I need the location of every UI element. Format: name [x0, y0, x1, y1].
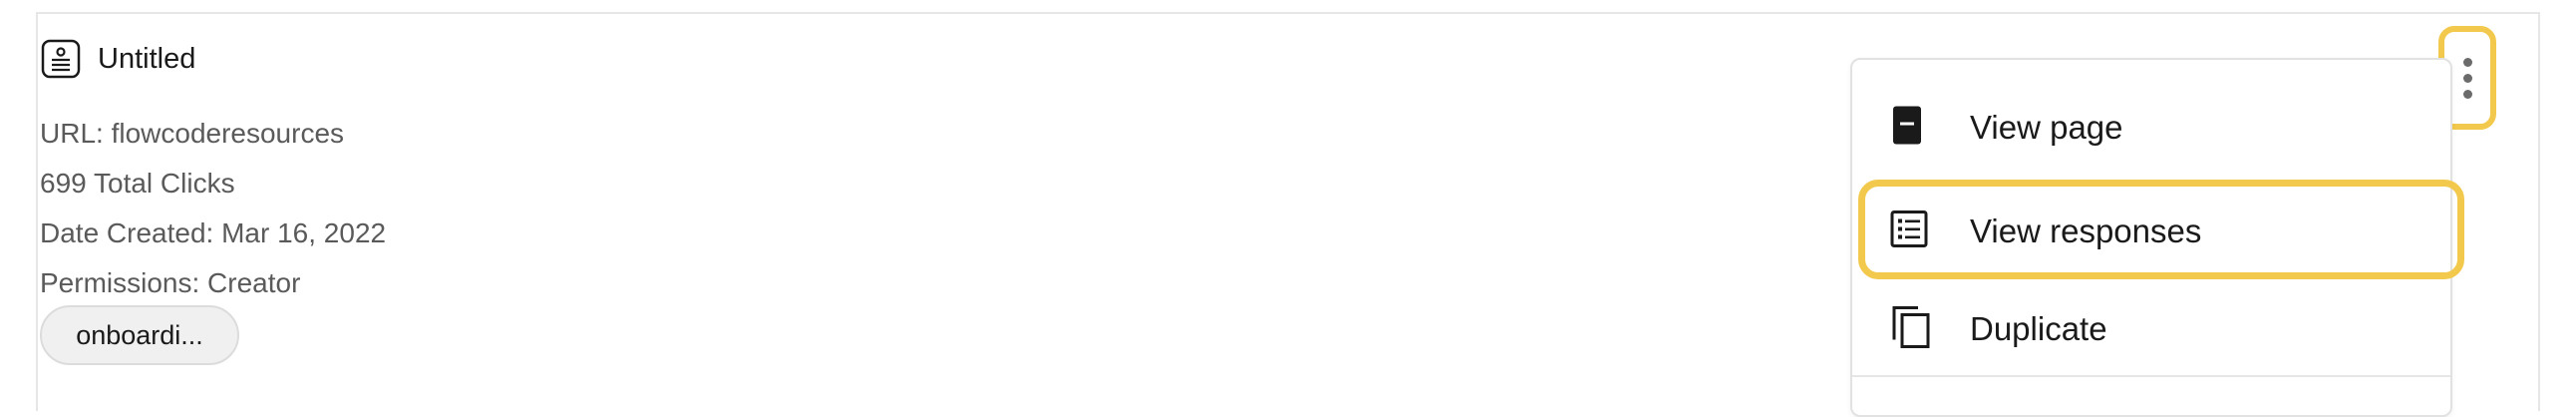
menu-item-view-page[interactable]: View page	[1852, 88, 2450, 168]
kebab-dot-icon	[2462, 89, 2472, 99]
tag-chip[interactable]: onboardi...	[40, 305, 239, 365]
total-clicks-text: 699 Total Clicks	[40, 168, 235, 199]
menu-item-label: View page	[1970, 109, 2123, 146]
permissions-text: Permissions: Creator	[40, 267, 301, 298]
title-row: Untitled	[40, 38, 195, 80]
list-icon	[1890, 210, 1928, 253]
page-title[interactable]: Untitled	[98, 43, 195, 76]
menu-divider	[1852, 375, 2450, 377]
page-icon	[1890, 105, 1924, 152]
kebab-dot-icon	[2462, 73, 2472, 83]
menu-item-label: View responses	[1970, 212, 2202, 249]
kebab-dot-icon	[2462, 57, 2472, 67]
document-icon	[40, 38, 82, 80]
menu-item-duplicate[interactable]: Duplicate	[1852, 289, 2450, 369]
date-created-text: Date Created: Mar 16, 2022	[40, 217, 387, 248]
menu-item-view-responses[interactable]: View responses	[1852, 192, 2450, 271]
url-text: URL: flowcoderesources	[40, 118, 345, 149]
menu-item-label: Duplicate	[1970, 310, 2107, 347]
options-menu: View page View responses Duplicate	[1850, 58, 2452, 417]
duplicate-icon	[1890, 304, 1932, 355]
